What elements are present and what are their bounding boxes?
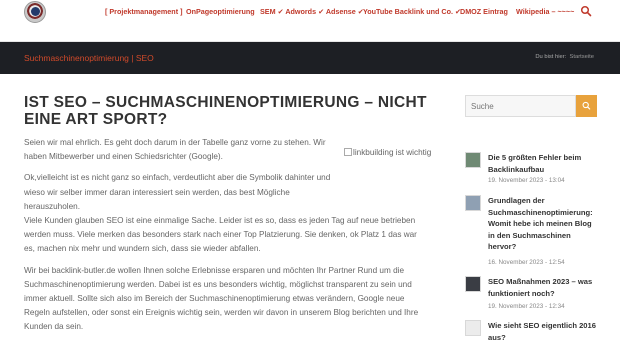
article-paragraph: Viele Kunden glauben SEO ist eine einmal… xyxy=(24,216,417,254)
site-logo[interactable] xyxy=(24,1,46,23)
title-bar: Suchmaschinenoptimierung | SEO Du bist h… xyxy=(0,42,620,74)
article-paragraph: Seien wir mal ehrlich. Es geht doch daru… xyxy=(24,138,326,162)
article-title: IST SEO – SUCHMASCHINENOPTIMIERUNG – NIC… xyxy=(24,94,427,128)
post-date: 19. November 2023 - 13:04 xyxy=(488,177,565,184)
post-date: 16. November 2023 - 12:54 xyxy=(488,259,565,266)
search-submit-button[interactable] xyxy=(576,95,597,117)
breadcrumb: Du bist hier: Startseite xyxy=(535,54,594,60)
post-thumbnail[interactable] xyxy=(465,276,481,292)
sidebar-search xyxy=(465,95,576,117)
broken-image-icon xyxy=(344,148,352,156)
post-date: 19. November 2023 - 12:34 xyxy=(488,303,565,310)
search-icon[interactable] xyxy=(580,5,592,17)
post-title[interactable]: Die 5 größten Fehler beim Backlinkaufbau xyxy=(488,152,600,175)
search-icon xyxy=(582,101,591,110)
post-thumbnail[interactable] xyxy=(465,152,481,168)
article-image-alt: linkbuilding ist wichtig xyxy=(353,148,432,157)
article-paragraph: Ok,vielleicht ist es nicht ganz so einfa… xyxy=(24,173,331,211)
post-title[interactable]: Wie sieht SEO eigentlich 2016 aus? xyxy=(488,320,600,343)
main-content: IST SEO – SUCHMASCHINENOPTIMIERUNG – NIC… xyxy=(24,94,444,335)
logo-emblem xyxy=(31,7,40,16)
nav-item-youtube-backlink[interactable]: YouTube Backlink und Co. ✔ xyxy=(363,6,461,18)
post-title[interactable]: SEO Maßnahmen 2023 – was funktioniert no… xyxy=(488,276,600,299)
article-body: Seien wir mal ehrlich. Es geht doch daru… xyxy=(24,136,418,335)
nav-item-sem[interactable]: SEM ✔ Adwords ✔ Adsense ✔ xyxy=(260,6,364,18)
article-image: linkbuilding ist wichtig xyxy=(344,146,434,160)
search-input[interactable] xyxy=(466,96,575,117)
nav-item-dmoz[interactable]: DMOZ Eintrag xyxy=(460,6,508,18)
breadcrumb-prefix: Du bist hier: xyxy=(535,54,567,60)
nav-item-wikipedia[interactable]: Wikipedia – ~~~~ xyxy=(516,6,574,18)
site-title[interactable]: Suchmaschinenoptimierung | SEO xyxy=(24,53,154,63)
post-thumbnail[interactable] xyxy=(465,320,481,336)
nav-item-onpageoptimierung[interactable]: OnPageoptimierung xyxy=(186,6,255,18)
nav-item-projektmanagement[interactable]: [ Projektmanagement ] xyxy=(105,6,182,18)
post-title[interactable]: Grundlagen der Suchmaschinenoptimierung:… xyxy=(488,195,600,253)
top-header: [ Projektmanagement ] OnPageoptimierung … xyxy=(0,0,620,42)
breadcrumb-home-link[interactable]: Startseite xyxy=(570,54,595,60)
post-thumbnail[interactable] xyxy=(465,195,481,211)
article-paragraph: Wir bei backlink-butler.de wollen Ihnen … xyxy=(24,265,419,332)
